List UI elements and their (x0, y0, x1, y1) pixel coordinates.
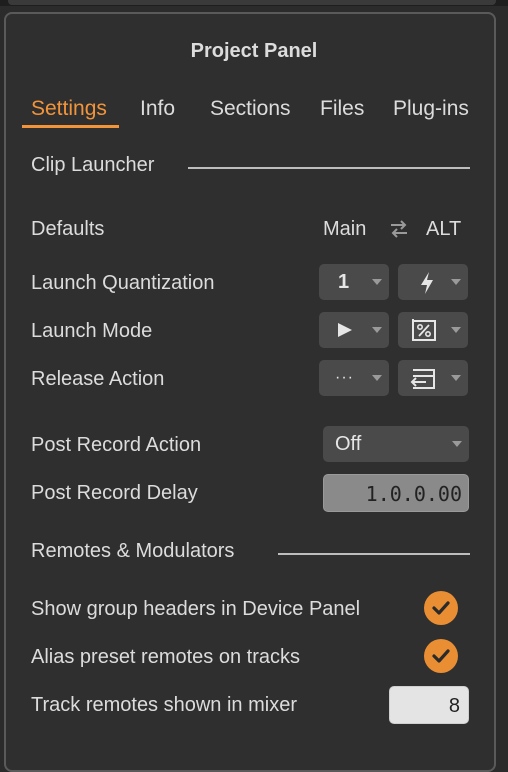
alias-preset-remotes-label: Alias preset remotes on tracks (31, 646, 300, 668)
tab-settings[interactable]: Settings (31, 97, 107, 121)
launch-mode-main-dropdown[interactable] (319, 312, 389, 348)
alt-column-label: ALT (426, 218, 462, 240)
active-tab-indicator (22, 125, 119, 128)
launch-quantization-label: Launch Quantization (31, 272, 215, 294)
clip-launcher-section-title: Clip Launcher (31, 154, 155, 176)
tab-plug-ins[interactable]: Plug-ins (393, 97, 469, 121)
track-remotes-shown-value: 8 (448, 695, 460, 717)
post-record-delay-field[interactable]: 1.0.0.00 (323, 474, 469, 512)
release-action-main-dropdown[interactable]: ··· (319, 360, 389, 396)
alias-preset-remotes-checkbox[interactable] (424, 639, 458, 673)
launch-quantization-main-value: 1 (338, 271, 350, 293)
launch-mode-label: Launch Mode (31, 320, 153, 342)
remotes-section-title: Remotes & Modulators (31, 540, 235, 562)
track-remotes-shown-field[interactable]: 8 (389, 686, 469, 724)
main-column-label: Main (323, 218, 367, 240)
chevron-down-icon (451, 279, 461, 285)
launch-mode-alt-dropdown[interactable] (398, 312, 468, 348)
launch-quantization-alt-dropdown[interactable] (398, 264, 468, 300)
checkmark-icon (432, 601, 450, 615)
chevron-down-icon (451, 375, 461, 381)
chevron-down-icon (372, 375, 382, 381)
swap-arrows-icon[interactable] (388, 219, 410, 239)
tab-files[interactable]: Files (320, 97, 364, 121)
post-record-action-dropdown[interactable]: Off (323, 426, 469, 462)
defaults-label: Defaults (31, 218, 105, 240)
chevron-down-icon (372, 279, 382, 285)
release-action-alt-dropdown[interactable] (398, 360, 468, 396)
percent-box-icon (411, 318, 437, 347)
tab-sections[interactable]: Sections (210, 97, 291, 121)
return-icon (409, 367, 437, 396)
section-divider (188, 167, 470, 169)
post-record-action-value: Off (335, 433, 362, 455)
show-group-headers-label: Show group headers in Device Panel (31, 598, 361, 620)
chevron-down-icon (452, 441, 462, 447)
play-icon (337, 322, 353, 343)
top-strip-inner (8, 0, 496, 5)
post-record-action-label: Post Record Action (31, 434, 202, 456)
track-remotes-shown-label: Track remotes shown in mixer (31, 694, 297, 716)
section-divider (278, 553, 470, 555)
checkmark-icon (432, 649, 450, 663)
release-action-main-value: ··· (335, 369, 354, 386)
show-group-headers-checkbox[interactable] (424, 591, 458, 625)
launch-quantization-main-dropdown[interactable]: 1 (319, 264, 389, 300)
panel-title: Project Panel (190, 40, 318, 62)
post-record-delay-label: Post Record Delay (31, 482, 198, 504)
top-strip (0, 0, 508, 6)
tab-info[interactable]: Info (140, 97, 175, 121)
post-record-delay-value: 1.0.0.00 (365, 482, 462, 506)
release-action-label: Release Action (31, 368, 165, 390)
lightning-icon (419, 271, 435, 300)
chevron-down-icon (372, 327, 382, 333)
chevron-down-icon (451, 327, 461, 333)
